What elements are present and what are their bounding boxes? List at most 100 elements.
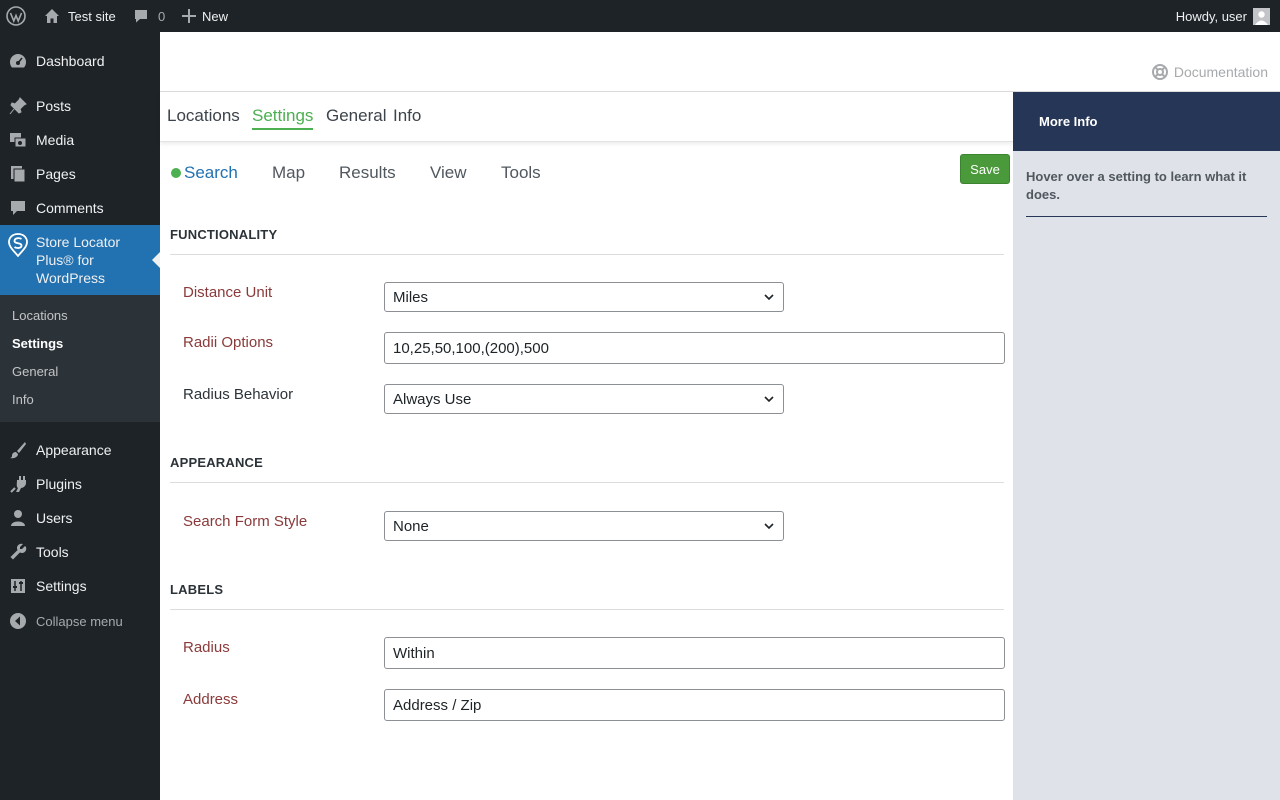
save-button[interactable]: Save [960,154,1010,184]
sidebar-item-label: Settings [36,578,87,594]
wordpress-logo-icon[interactable] [6,0,28,32]
more-info-text: Hover over a setting to learn what it do… [1026,169,1247,202]
sidebar-item-store-locator-plus[interactable]: Store Locator Plus® for WordPress [0,225,160,295]
section-title-labels: LABELS [170,582,224,597]
submenu-item-general[interactable]: General [12,357,58,385]
pin-icon [0,97,36,115]
subtab-view[interactable]: View [430,163,467,183]
comments-link[interactable]: 0 [133,0,165,32]
search-form-style-select[interactable]: None [384,511,784,541]
subtab-results[interactable]: Results [339,163,396,183]
my-account-link[interactable]: Howdy, user [1176,0,1270,32]
new-label: New [202,8,229,24]
primary-tabs: Locations Settings General Info [160,92,1013,142]
avatar [1253,7,1270,25]
sidebar-item-label: Plugins [36,476,82,492]
sidebar-item-label: Dashboard [36,53,105,69]
chevron-down-icon [764,396,774,403]
more-info-divider [1026,216,1267,217]
radii-options-input[interactable]: 10,25,50,100,(200),500 [384,332,1005,364]
plus-icon [182,9,196,23]
site-name-link[interactable]: Test site [44,0,116,32]
radius-label-input[interactable]: Within [384,637,1005,669]
brush-icon [0,441,36,459]
page-header: Documentation [160,32,1280,92]
section-title-functionality: FUNCTIONALITY [170,227,278,242]
radii-options-value: 10,25,50,100,(200),500 [393,339,549,357]
sidebar-item-tools[interactable]: Tools [0,535,160,569]
collapse-menu-button[interactable]: Collapse menu [0,604,123,638]
tab-settings[interactable]: Settings [252,106,314,130]
distance-unit-value: Miles [393,288,429,306]
home-icon [44,8,60,24]
submenu-item-locations[interactable]: Locations [12,301,68,329]
section-divider [170,609,1004,610]
section-divider [170,482,1004,483]
sidebar-item-label: Tools [36,544,69,560]
subtab-search-label: Search [184,163,238,182]
sub-tabs: Search Map Results View Tools [160,152,1013,192]
current-menu-arrow [152,252,160,268]
sidebar-item-dashboard[interactable]: Dashboard [0,44,160,78]
sidebar-item-label: Media [36,132,75,148]
user-icon [0,509,36,527]
comment-icon [0,199,36,217]
distance-unit-select[interactable]: Miles [384,282,784,312]
sidebar-item-plugins[interactable]: Plugins [0,467,160,501]
radius-label-value: Within [393,644,435,662]
submenu-item-info[interactable]: Info [12,385,34,413]
radius-behavior-select[interactable]: Always Use [384,384,784,414]
section-title-appearance: APPEARANCE [170,455,264,470]
sidebar-item-settings[interactable]: Settings [0,569,160,603]
documentation-link[interactable]: Documentation [1151,64,1268,80]
new-content-link[interactable]: New [182,0,228,32]
sidebar-item-label: Store Locator Plus® for WordPress [36,234,121,286]
address-label-value: Address / Zip [393,696,482,714]
radius-behavior-label: Radius Behavior [183,386,294,403]
sliders-icon [0,577,36,595]
collapse-menu-label: Collapse menu [36,613,123,629]
sidebar-item-label: Appearance [36,442,112,458]
sidebar-item-users[interactable]: Users [0,501,160,535]
sidebar-item-comments[interactable]: Comments [0,191,160,225]
sidebar-item-pages[interactable]: Pages [0,157,160,191]
sidebar-item-label: Pages [36,166,76,182]
chevron-down-icon [764,294,774,301]
search-form-style-value: None [393,517,429,535]
tab-general[interactable]: General [326,106,386,128]
subtab-tools[interactable]: Tools [501,163,541,183]
pages-icon [0,165,36,183]
distance-unit-label: Distance Unit [183,284,273,301]
address-label: Address [183,691,239,708]
tab-info[interactable]: Info [393,106,421,128]
radii-options-label: Radii Options [183,334,274,351]
main-content: Documentation Locations Settings General… [160,32,1280,800]
collapse-arrow-icon [0,612,36,630]
dashboard-icon [0,52,36,70]
address-label-input[interactable]: Address / Zip [384,689,1005,721]
subtab-map[interactable]: Map [272,163,305,183]
active-indicator-icon [171,168,181,178]
radius-behavior-value: Always Use [393,390,472,408]
tab-locations[interactable]: Locations [167,106,240,128]
sidebar-submenu: Locations Settings General Info [0,295,160,422]
sidebar-item-label: Posts [36,98,72,114]
sidebar-item-posts[interactable]: Posts [0,89,160,123]
admin-bar: Test site 0 New Howdy, user [0,0,1280,32]
howdy-label: Howdy, user [1175,8,1247,24]
radius-label: Radius [183,639,230,656]
more-info-title: More Info [1013,92,1280,151]
sidebar-item-appearance[interactable]: Appearance [0,433,160,467]
submenu-item-settings[interactable]: Settings [12,329,63,357]
comment-bubble-icon [133,8,149,24]
subtab-search[interactable]: Search [171,163,238,183]
media-icon [0,131,36,149]
admin-sidebar: Dashboard Posts Media Pages Comments Sto… [0,32,160,800]
store-locator-icon [0,233,36,257]
sidebar-item-media[interactable]: Media [0,123,160,157]
comments-count: 0 [158,8,166,24]
more-info-panel: More Info Hover over a setting to learn … [1013,92,1280,800]
plugin-icon [0,475,36,493]
chevron-down-icon [764,523,774,530]
site-name-label: Test site [68,8,116,24]
